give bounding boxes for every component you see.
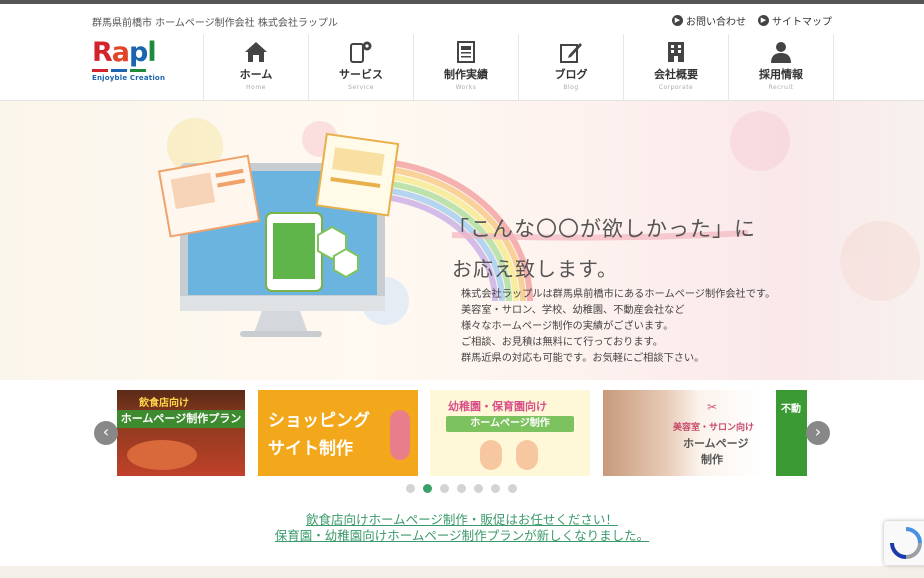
hero-description-line: ご相談、お見積は無料にて行っております。 <box>461 337 663 348</box>
site-tagline: 群馬県前橋市 ホームページ制作会社 株式会社ラップル <box>92 18 338 29</box>
logo-slogan: Enjoyble Creation <box>92 74 166 82</box>
carousel-dot[interactable] <box>457 484 466 493</box>
carousel-pagination <box>406 484 517 493</box>
slide-caption: サイト制作 <box>268 439 353 459</box>
nav-item-service[interactable]: サービス Service <box>308 34 413 104</box>
carousel-dot[interactable] <box>474 484 483 493</box>
carousel-dot[interactable] <box>406 484 415 493</box>
hero-description-line: 群馬近県の対応も可能です。お気軽にご相談下さい。 <box>461 353 705 364</box>
logo-color-bars <box>92 69 164 72</box>
nav-sublabel: Works <box>455 84 477 91</box>
nav-sublabel: Home <box>246 84 266 91</box>
chevron-right-icon: › <box>814 422 822 441</box>
device-gear-icon <box>350 41 372 63</box>
slide-caption: 美容室・サロン向け <box>673 423 755 433</box>
contact-link-label: お問い合わせ <box>686 17 746 28</box>
nav-label: ブログ <box>554 68 588 81</box>
carousel-dot-active[interactable] <box>423 484 432 493</box>
nav-sublabel: Blog <box>563 84 579 91</box>
hero-heading: 「こんな〇〇が欲しかった」に <box>448 217 756 241</box>
footer-band <box>0 566 924 578</box>
banner-carousel: 飲食店向け ホームページ制作プラン ショッピング サイト制作 幼稚園・保育園向け… <box>0 380 924 510</box>
nav-label: 制作実績 <box>444 68 488 81</box>
hero-banner: 「こんな〇〇が欲しかった」に お応え致します。 株式会社ラップルは群馬県前橋市に… <box>0 101 924 380</box>
sitemap-link-label: サイトマップ <box>772 17 832 28</box>
site-header: 群馬県前橋市 ホームページ制作会社 株式会社ラップル ▶ お問い合わせ ▶ サイ… <box>0 4 924 105</box>
news-links: 飲食店向けホームページ制作・販促はお任せください！ 保育園・幼稚園向けホームペー… <box>0 512 924 544</box>
nav-sublabel: Corporate <box>658 84 694 91</box>
slide-caption: 制作 <box>701 453 723 466</box>
carousel-slide-kindergarten[interactable]: 幼稚園・保育園向け ホームページ制作 <box>430 390 590 476</box>
global-nav: ホーム Home サービス Service 制作実績 Works ブログ Blo… <box>203 34 834 105</box>
hero-description-line: 株式会社ラップルは群馬県前橋市にあるホームページ制作会社です。 <box>461 289 776 300</box>
carousel-slide-realestate[interactable]: 不動 <box>776 390 807 476</box>
slide-caption: 幼稚園・保育園向け <box>448 400 547 413</box>
carousel-slide-salon[interactable]: 美容室・サロン向け ホームページ 制作 ✂ <box>603 390 763 476</box>
nav-item-works[interactable]: 制作実績 Works <box>413 34 518 104</box>
hero-subheading: お応え致します。 <box>452 257 618 281</box>
carousel-next-button[interactable]: › <box>806 421 830 445</box>
arrow-circle-icon: ▶ <box>758 15 769 26</box>
hero-description-line: 美容室・サロン、学校、幼稚園、不動産会社など <box>461 305 685 316</box>
arrow-circle-icon: ▶ <box>672 15 683 26</box>
utility-links: ▶ お問い合わせ ▶ サイトマップ <box>672 13 832 28</box>
pencil-note-icon <box>560 43 582 63</box>
carousel-dot[interactable] <box>491 484 500 493</box>
carousel-slide-shopping[interactable]: ショッピング サイト制作 <box>258 390 418 476</box>
nav-sublabel: Recruit <box>768 84 794 91</box>
hero-description-line: 様々なホームページ制作の実績がございます。 <box>461 321 674 332</box>
nav-label: ホーム <box>239 68 273 81</box>
logo[interactable]: Rapl Enjoyble Creation <box>92 37 166 90</box>
home-icon <box>245 42 267 62</box>
shopper-illustration <box>390 410 410 460</box>
slide-caption: ホームページ <box>683 437 749 450</box>
nav-item-recruit[interactable]: 採用情報 Recruit <box>728 34 834 104</box>
slide-caption: 飲食店向け <box>139 398 189 409</box>
nav-item-blog[interactable]: ブログ Blog <box>518 34 623 104</box>
carousel-prev-button[interactable]: ‹ <box>94 421 118 445</box>
slide-caption: 不動 <box>781 404 801 415</box>
slide-caption: ショッピング <box>268 411 370 431</box>
contact-link[interactable]: ▶ お問い合わせ <box>672 13 746 28</box>
nav-sublabel: Service <box>348 84 374 91</box>
person-icon <box>771 42 791 63</box>
building-icon <box>668 42 684 62</box>
document-icon <box>457 41 475 63</box>
carousel-slide-restaurant[interactable]: 飲食店向け ホームページ制作プラン <box>117 390 245 476</box>
logo-wordmark: Rapl <box>92 37 157 68</box>
carousel-dot[interactable] <box>440 484 449 493</box>
news-link-kindergarten[interactable]: 保育園・幼稚園向けホームページ制作プランが新しくなりました。 <box>0 528 924 544</box>
slide-caption: ホームページ制作プラン <box>117 410 245 428</box>
nav-label: 採用情報 <box>759 68 803 81</box>
nav-label: サービス <box>339 68 383 81</box>
nav-item-corporate[interactable]: 会社概要 Corporate <box>623 34 728 104</box>
news-link-restaurant[interactable]: 飲食店向けホームページ制作・販促はお任せください！ <box>0 512 924 528</box>
hero-description: 株式会社ラップルは群馬県前橋市にあるホームページ制作会社です。 美容室・サロン、… <box>461 287 775 367</box>
food-image <box>127 440 197 470</box>
carousel-dot[interactable] <box>508 484 517 493</box>
scissors-icon: ✂ <box>707 400 718 414</box>
recaptcha-icon <box>890 527 922 559</box>
slide-caption: ホームページ制作 <box>446 416 574 432</box>
sitemap-link[interactable]: ▶ サイトマップ <box>758 13 832 28</box>
carousel-track: 飲食店向け ホームページ制作プラン ショッピング サイト制作 幼稚園・保育園向け… <box>117 390 807 476</box>
child-illustration <box>480 440 502 470</box>
child-illustration <box>516 440 538 470</box>
nav-item-home[interactable]: ホーム Home <box>203 34 308 105</box>
nav-label: 会社概要 <box>654 68 698 81</box>
recaptcha-badge[interactable] <box>884 521 924 565</box>
chevron-left-icon: ‹ <box>102 422 110 441</box>
